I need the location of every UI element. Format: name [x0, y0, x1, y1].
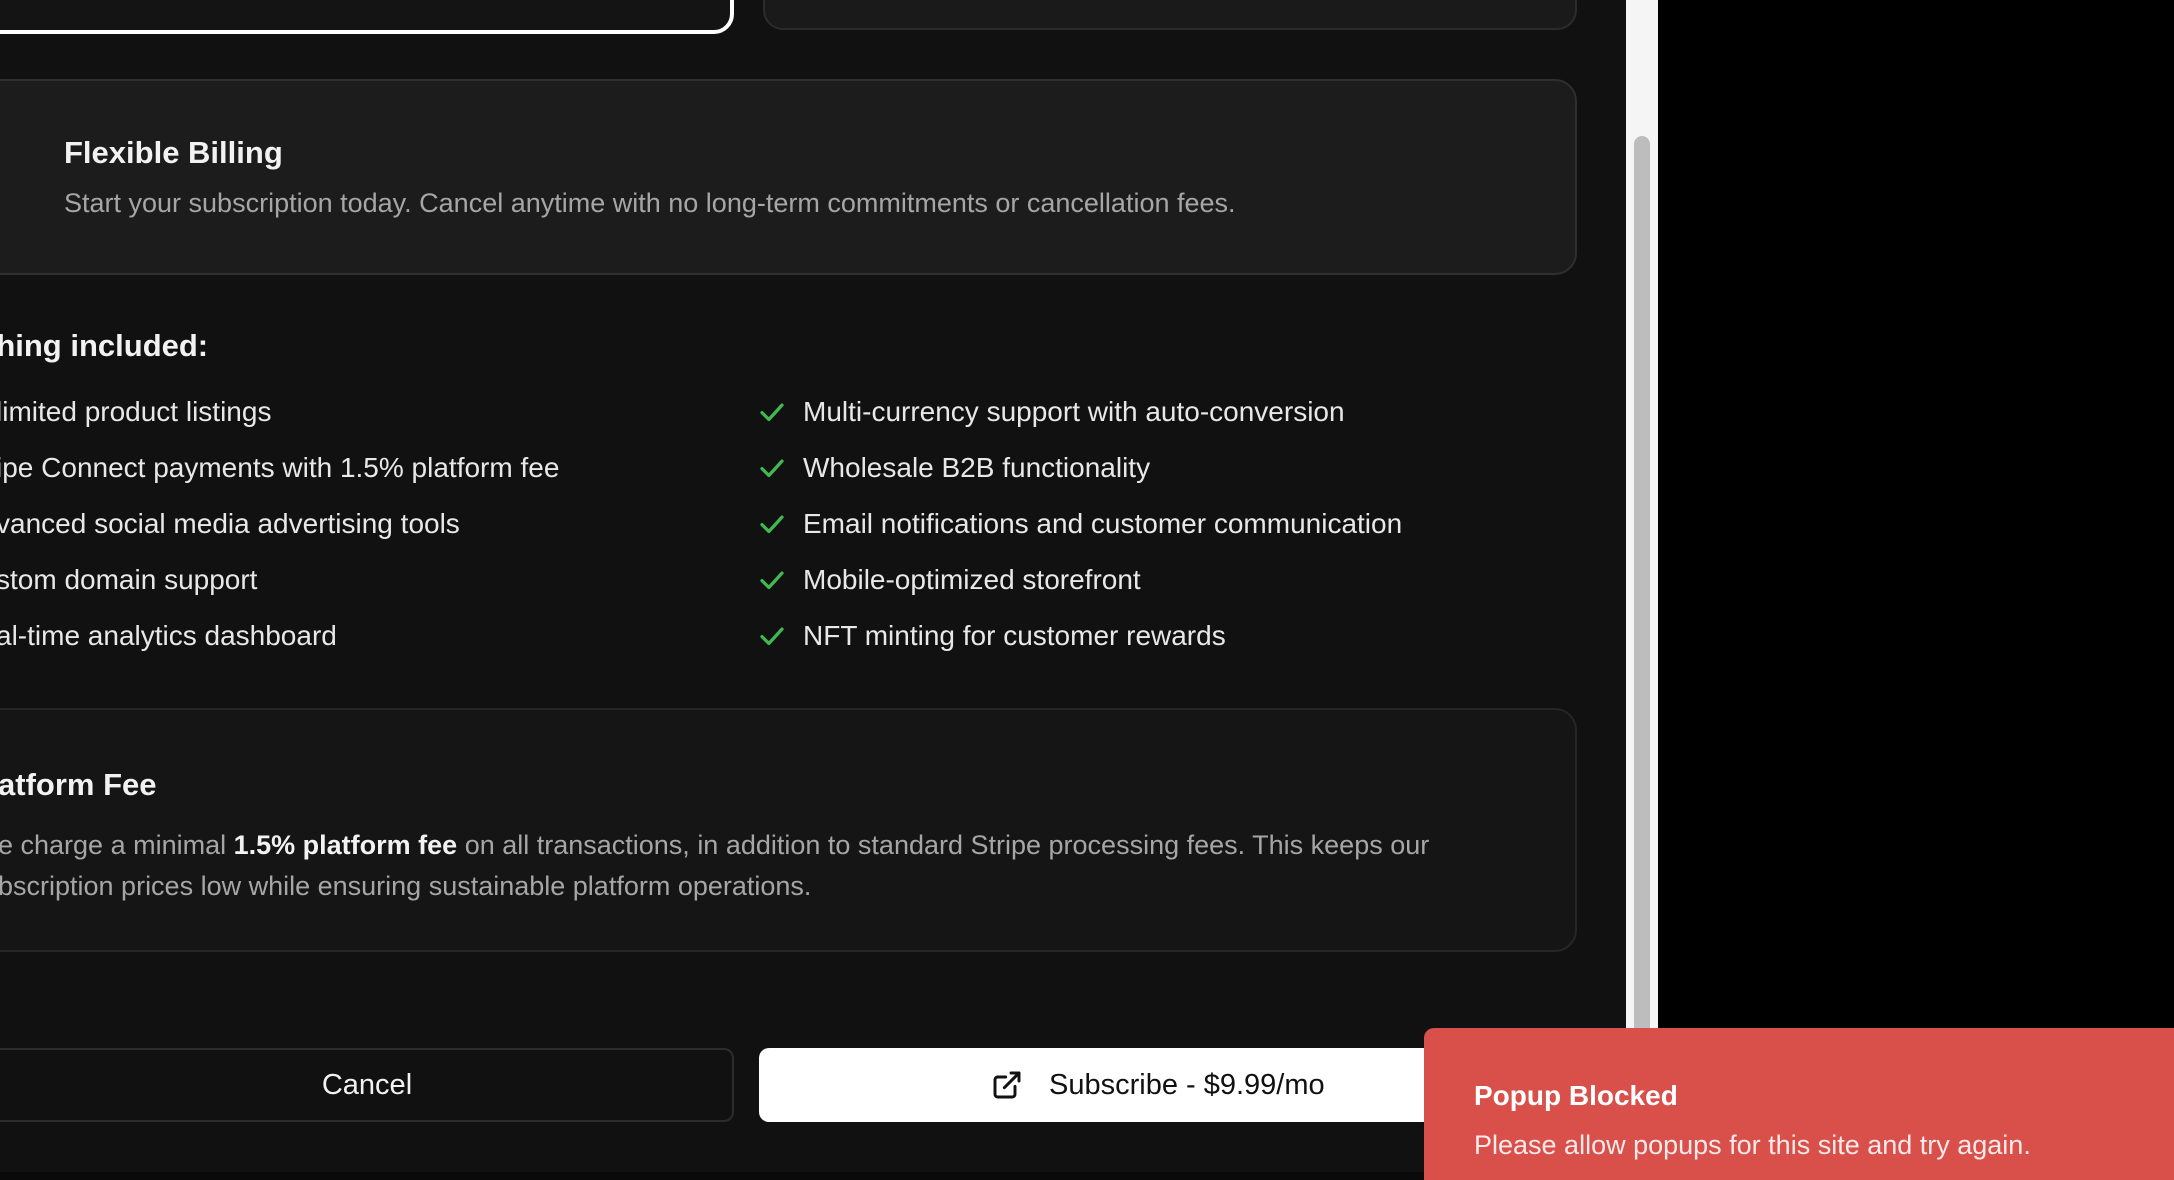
fee-highlight: 1.5% platform fee: [233, 830, 458, 860]
feature-item: al-time analytics dashboard: [0, 620, 337, 652]
features-heading: thing included:: [0, 328, 209, 363]
external-link-icon: [993, 1071, 1021, 1099]
feature-label: Multi-currency support with auto-convers…: [803, 396, 1345, 427]
popup-blocked-toast[interactable]: Popup Blocked Please allow popups for th…: [1424, 1028, 2174, 1180]
check-icon: [760, 571, 784, 590]
subscription-modal: Flexible Billing Start your subscription…: [0, 0, 1626, 1172]
check-icon: [760, 627, 784, 646]
billing-title: Flexible Billing: [64, 135, 283, 170]
toast-title: Popup Blocked: [1474, 1080, 1678, 1111]
feature-item: ipe Connect payments with 1.5% platform …: [0, 452, 559, 484]
platform-fee-title: atform Fee: [0, 767, 157, 802]
feature-item: Mobile-optimized storefront: [757, 564, 1141, 596]
feature-item: Wholesale B2B functionality: [757, 452, 1150, 484]
plan-option-selected[interactable]: [0, 0, 734, 34]
check-icon: [760, 459, 784, 478]
viewport: Flexible Billing Start your subscription…: [0, 0, 2174, 1180]
scrollbar-track[interactable]: [1626, 0, 1658, 1180]
feature-item: stom domain support: [0, 564, 257, 596]
feature-label: al-time analytics dashboard: [0, 620, 337, 651]
feature-item: Multi-currency support with auto-convers…: [757, 396, 1345, 428]
feature-item: vanced social media advertising tools: [0, 508, 460, 540]
toast-message: Please allow popups for this site and tr…: [1474, 1130, 2031, 1160]
feature-label: Wholesale B2B functionality: [803, 452, 1151, 483]
platform-fee-text: e charge a minimal 1.5% platform fee on …: [0, 825, 1558, 907]
feature-label: limited product listings: [0, 396, 272, 427]
flexible-billing-card: Flexible Billing Start your subscription…: [0, 79, 1577, 275]
feature-label: vanced social media advertising tools: [0, 508, 460, 539]
subscribe-label: Subscribe - $9.99/mo: [1049, 1068, 1325, 1101]
feature-label: ipe Connect payments with 1.5% platform …: [0, 452, 560, 483]
modal-bottom-edge: [0, 1172, 1626, 1180]
check-icon: [760, 403, 784, 422]
fee-text-part: e charge a minimal: [0, 830, 234, 860]
feature-item: NFT minting for customer rewards: [757, 620, 1226, 652]
feature-item: Email notifications and customer communi…: [757, 508, 1402, 540]
plan-option[interactable]: [763, 0, 1577, 30]
feature-label: NFT minting for customer rewards: [803, 620, 1226, 651]
fee-text-part: on all transactions, in addition to stan…: [457, 830, 1430, 860]
cancel-button[interactable]: Cancel: [0, 1048, 734, 1122]
scrollbar-thumb[interactable]: [1634, 136, 1650, 1156]
billing-description: Start your subscription today. Cancel an…: [64, 188, 1236, 218]
platform-fee-card: atform Fee e charge a minimal 1.5% platf…: [0, 708, 1577, 952]
feature-label: Mobile-optimized storefront: [803, 564, 1141, 595]
feature-label: stom domain support: [0, 564, 258, 595]
check-icon: [760, 515, 784, 534]
feature-label: Email notifications and customer communi…: [803, 508, 1403, 539]
feature-item: limited product listings: [0, 396, 271, 428]
fee-text-part: bscription prices low while ensuring sus…: [0, 871, 812, 901]
